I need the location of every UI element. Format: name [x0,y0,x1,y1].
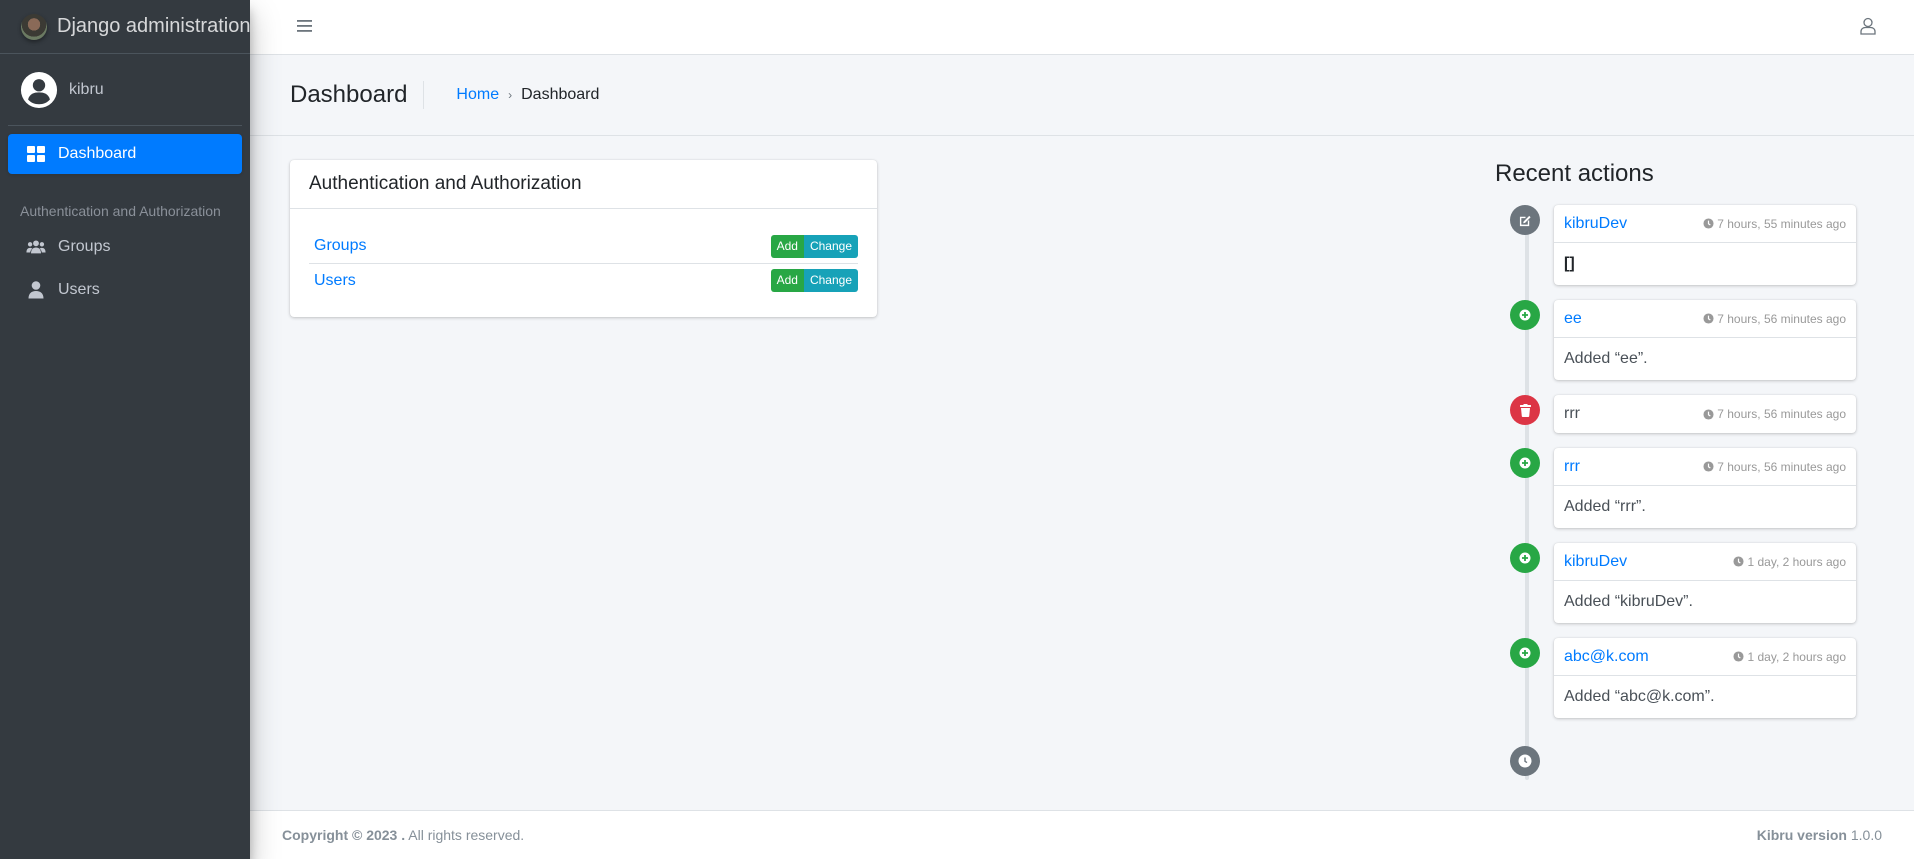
breadcrumb-separator: › [508,88,513,102]
timeline-item-link[interactable]: kibruDev [1564,553,1627,571]
breadcrumb-home-link[interactable]: Home [456,86,499,104]
copyright-rest: All rights reserved. [405,827,525,843]
timeline-item-header: kibruDev 7 hours, 55 minutes ago [1554,205,1856,243]
user-name: kibru [69,80,104,98]
plus-circle-icon [1510,300,1540,330]
timestamp: 1 day, 2 hours ago [1747,554,1846,569]
clock-icon [1703,408,1714,420]
copyright: Copyright © 2023 . All rights reserved. [282,827,524,843]
timeline-item-time: 7 hours, 56 minutes ago [1703,407,1846,421]
version-info: Kibru version 1.0.0 [1757,827,1882,843]
timeline-item-body: Added “kibruDev”. [1564,593,1693,610]
timeline-item-link[interactable]: abc@k.com [1564,648,1649,666]
model-actions: Add Change [770,269,858,292]
copyright-bold: Copyright © 2023 . [282,827,406,843]
version-label: Kibru version [1756,827,1847,843]
timeline-item-time: 1 day, 2 hours ago [1733,555,1846,569]
timeline-item: rrr 7 hours, 56 minutes ago [1510,395,1856,433]
breadcrumb: Home › Dashboard [456,86,599,104]
recent-actions-timeline: kibruDev 7 hours, 55 minutes ago [] ee 7… [1510,205,1860,780]
timeline-item-link[interactable]: ee [1564,310,1582,328]
dashboard-icon [26,144,46,164]
sidebar-item-dashboard[interactable]: Dashboard [8,134,242,174]
timeline-item: kibruDev 7 hours, 55 minutes ago [] [1510,205,1856,285]
timestamp: 1 day, 2 hours ago [1747,649,1846,664]
sidebar-nav: Dashboard Authentication and Authorizati… [0,126,250,310]
add-users-button[interactable]: Add [770,269,804,292]
brand-logo [21,13,47,40]
timeline-item-body: Added “abc@k.com”. [1564,688,1715,705]
timestamp: 7 hours, 55 minutes ago [1717,216,1846,231]
brand-title: Django administration [57,15,251,37]
change-groups-button[interactable]: Change [803,234,858,258]
card-title: Authentication and Authorization [309,173,582,194]
clock-icon [1703,218,1714,229]
sidebar: Django administration kibru Dashboard Au… [0,0,250,859]
breadcrumb-current: Dashboard [521,86,600,103]
sidebar-item-label: Dashboard [58,145,137,162]
timestamp: 7 hours, 56 minutes ago [1717,407,1846,421]
recent-actions-title: Recent actions [1495,160,1654,187]
trash-icon [1510,395,1540,425]
timeline-item-body: [] [1564,255,1575,272]
user-panel[interactable]: kibru [8,54,242,126]
sidebar-item-users[interactable]: Users [8,270,242,310]
sidebar-section-header: Authentication and Authorization [20,203,221,219]
timeline-item-header: abc@k.com 1 day, 2 hours ago [1554,638,1856,676]
model-row-users: Users Add Change [309,263,858,297]
brand-link[interactable]: Django administration [0,0,250,54]
user-menu-icon[interactable] [1858,16,1878,36]
model-row-groups: Groups Add Change [309,229,858,263]
clock-icon [1703,313,1714,324]
timeline-item-link[interactable]: kibruDev [1564,215,1627,233]
timeline-item: kibruDev 1 day, 2 hours ago Added “kibru… [1510,543,1856,623]
model-link-groups[interactable]: Groups [314,237,366,255]
card-header: Authentication and Authorization [290,160,877,209]
timeline-item-header: ee 7 hours, 56 minutes ago [1554,300,1856,338]
timeline-item-body: Added “ee”. [1564,350,1648,367]
timeline-item-header: rrr 7 hours, 56 minutes ago [1554,395,1856,433]
card-body: Groups Add Change Users Add Change [290,209,877,297]
users-icon [26,237,46,257]
version-number: 1.0.0 [1846,827,1882,843]
timeline-item-time: 7 hours, 56 minutes ago [1703,460,1846,474]
timeline-item-time: 7 hours, 55 minutes ago [1703,217,1846,231]
plus-circle-icon [1510,448,1540,478]
plus-circle-icon [1510,543,1540,573]
user-circle-icon [20,71,58,108]
footer: Copyright © 2023 . All rights reserved. … [250,810,1914,859]
app-card-auth: Authentication and Authorization Groups … [290,160,877,317]
model-link-users[interactable]: Users [314,272,356,290]
timeline-item-body: Added “rrr”. [1564,498,1646,515]
timeline-item-link[interactable]: rrr [1564,458,1580,476]
timeline-item-header: rrr 7 hours, 56 minutes ago [1554,448,1856,486]
timeline-item-header: kibruDev 1 day, 2 hours ago [1554,543,1856,581]
edit-icon [1510,205,1540,235]
timeline-item-time: 7 hours, 56 minutes ago [1703,312,1846,326]
page-title: Dashboard [290,81,425,109]
top-navbar [250,0,1914,55]
timeline-end-clock-icon [1510,746,1540,776]
clock-icon [1733,556,1745,567]
plus-circle-icon [1510,638,1540,668]
sidebar-item-label: Users [58,281,100,298]
timestamp: 7 hours, 56 minutes ago [1717,459,1846,474]
user-icon [26,280,46,300]
timeline-item: rrr 7 hours, 56 minutes ago Added “rrr”. [1510,448,1856,528]
content-header: Dashboard Home › Dashboard [250,55,1914,136]
change-users-button[interactable]: Change [803,269,858,292]
sidebar-item-label: Groups [58,238,111,255]
clock-icon [1733,651,1745,662]
timeline-item: ee 7 hours, 56 minutes ago Added “ee”. [1510,300,1856,380]
add-groups-button[interactable]: Add [770,234,804,258]
sidebar-item-groups[interactable]: Groups [8,227,242,267]
model-actions: Add Change [770,234,858,258]
menu-icon[interactable] [296,17,314,35]
timeline-item-time: 1 day, 2 hours ago [1733,650,1846,664]
timeline-item: abc@k.com 1 day, 2 hours ago Added “abc@… [1510,638,1856,718]
clock-icon [1703,461,1714,472]
timestamp: 7 hours, 56 minutes ago [1717,311,1846,326]
timeline-item-name: rrr [1564,405,1580,422]
